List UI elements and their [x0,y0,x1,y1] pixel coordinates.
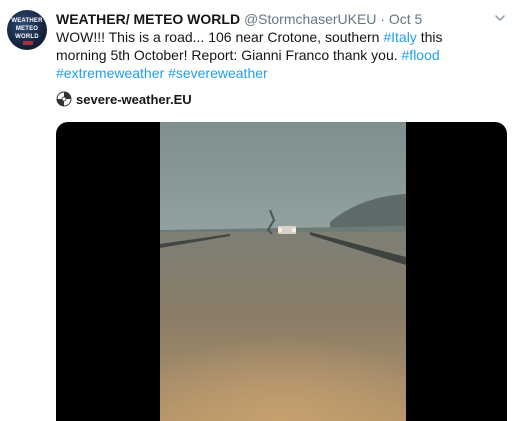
hashtag-italy[interactable]: #Italy [383,29,416,45]
hashtag-flood[interactable]: #flood [402,47,440,63]
flag-icon [23,41,33,45]
header-separator: · [380,11,385,27]
chevron-down-icon[interactable] [495,13,505,23]
media-source[interactable]: severe-weather.EU [56,88,192,110]
tweet-text-segment: WOW!!! This is a road... 106 near Croton… [56,29,384,45]
avatar[interactable]: WEATHER METEO WORLD [7,10,47,50]
hashtag-severeweather[interactable]: #severeweather [168,65,268,81]
flooded-road-video-frame [160,122,406,421]
tweet-text: WOW!!! This is a road... 106 near Croton… [56,28,496,82]
avatar-text-line-2: METEO [15,26,39,32]
author-name[interactable]: WEATHER/ METEO WORLD [56,11,240,27]
video-player[interactable] [56,122,507,421]
hashtag-extremeweather[interactable]: #extremeweather [56,65,164,81]
headlight-left [278,228,282,232]
headlight-right [292,228,296,232]
tweet-timestamp[interactable]: Oct 5 [389,11,422,27]
severe-weather-logo-icon [56,91,72,107]
light-reflection [160,302,406,421]
avatar-text-line-1: WEATHER [11,18,43,24]
tweet-card[interactable]: WEATHER METEO WORLD WEATHER/ METEO WORLD… [0,0,519,421]
source-name[interactable]: severe-weather.EU [76,92,192,107]
author-handle[interactable]: @StormchaserUKEU [244,11,376,27]
avatar-text-line-3: WORLD [15,34,39,40]
tweet-header: WEATHER/ METEO WORLD @StormchaserUKEU · … [56,10,422,28]
